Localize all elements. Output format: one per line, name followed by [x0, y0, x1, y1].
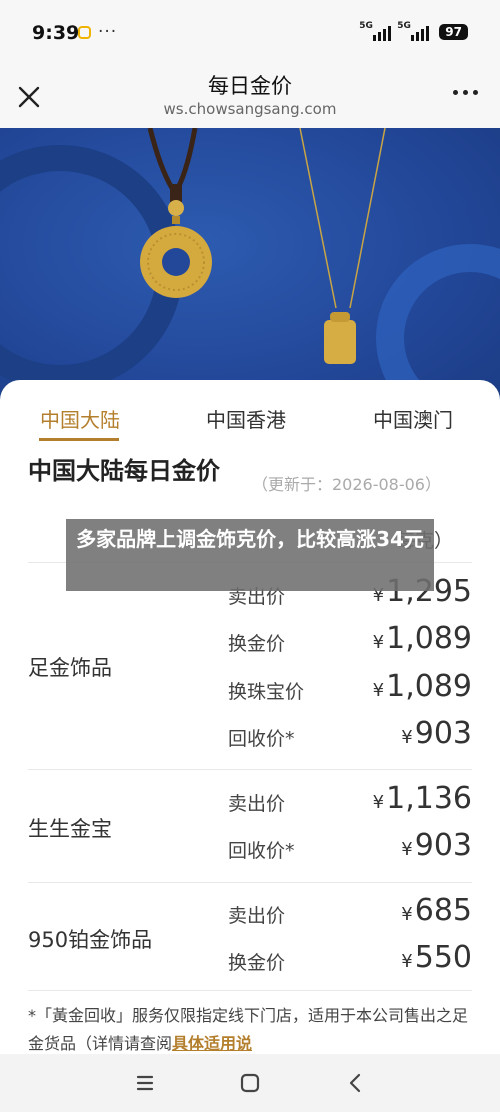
signal-label-2: 5G [397, 21, 411, 31]
hero-banner [0, 128, 500, 418]
divider [28, 882, 472, 883]
notification-icon [78, 26, 91, 39]
jewelry-image [0, 128, 500, 418]
signal-icon: 5G [359, 21, 392, 41]
currency-symbol: ¥ [372, 680, 385, 701]
price-value: ¥685 [401, 893, 472, 928]
menu-icon[interactable] [130, 1068, 160, 1098]
currency-symbol: ¥ [401, 839, 413, 860]
footnote: *「黃金回收」服务仅限指定线下门店，适用于本公司售出之足金货品（详情请查阅具体适… [28, 1002, 468, 1058]
product-name: 950铂金饰品 [28, 928, 153, 952]
status-time: 9:39 [32, 22, 80, 44]
back-icon[interactable] [341, 1068, 371, 1098]
page-url: ws.chowsangsang.com [163, 100, 337, 118]
price-value: ¥1,136 [373, 781, 472, 816]
price-number: 1,136 [386, 781, 472, 816]
product-name: 生生金宝 [28, 817, 112, 841]
product-name: 足金饰品 [28, 656, 112, 680]
status-indicators: 5G 5G 97 [359, 21, 468, 42]
currency-symbol: ¥ [372, 632, 385, 653]
divider [28, 769, 472, 770]
signal-label: 5G [359, 21, 373, 31]
news-headline: 多家品牌上调金饰克价，比较高涨34元 [66, 519, 434, 591]
price-value: ¥903 [401, 828, 472, 863]
section-title: 中国大陆每日金价 [28, 457, 220, 485]
price-number: 903 [414, 828, 472, 863]
footnote-link[interactable]: 具体适用说 [172, 1034, 252, 1053]
currency-symbol: ¥ [401, 904, 413, 925]
battery-icon: 97 [439, 24, 468, 40]
title-bar: 每日金价 ws.chowsangsang.com [0, 66, 500, 128]
signal-icon-2: 5G [397, 21, 430, 41]
tab-mainland[interactable]: 中国大陆 [40, 404, 120, 433]
price-value: ¥1,089 [373, 669, 472, 704]
system-nav-bar [0, 1054, 500, 1112]
more-icon[interactable] [453, 90, 478, 95]
price-number: 1,089 [386, 621, 472, 656]
tab-hong-kong[interactable]: 中国香港 [206, 404, 286, 433]
price-number: 903 [414, 716, 472, 751]
price-number: 550 [414, 940, 472, 975]
page-title: 每日金价 [208, 74, 292, 98]
price-label: 卖出价 [228, 793, 286, 815]
price-label: 换金价 [228, 633, 286, 655]
currency-symbol: ¥ [401, 951, 413, 972]
price-card: 中国大陆 中国香港 中国澳门 中国大陆每日金价 （更新于：2026-08-06）… [0, 380, 500, 1080]
updated-time: （更新于：2026-08-06） [252, 475, 441, 494]
active-tab-indicator [39, 438, 119, 441]
price-value: ¥1,089 [373, 621, 472, 656]
price-label: 卖出价 [228, 905, 286, 927]
currency-symbol: ¥ [401, 727, 413, 748]
more-notifications-icon: ··· [98, 22, 118, 42]
price-label: 换金价 [228, 952, 286, 974]
price-value: ¥903 [401, 716, 472, 751]
price-label: 换珠宝价 [228, 681, 305, 703]
price-number: 685 [414, 893, 472, 928]
price-number: 1,089 [386, 669, 472, 704]
tab-macau[interactable]: 中国澳门 [373, 404, 453, 433]
price-label: 回收价* [228, 840, 295, 862]
home-icon[interactable] [235, 1068, 265, 1098]
divider [28, 990, 472, 991]
currency-symbol: ¥ [372, 792, 385, 813]
status-bar: 9:39 ··· 5G 5G 97 [0, 0, 500, 66]
price-value: ¥550 [401, 940, 472, 975]
price-label: 回收价* [228, 728, 295, 750]
